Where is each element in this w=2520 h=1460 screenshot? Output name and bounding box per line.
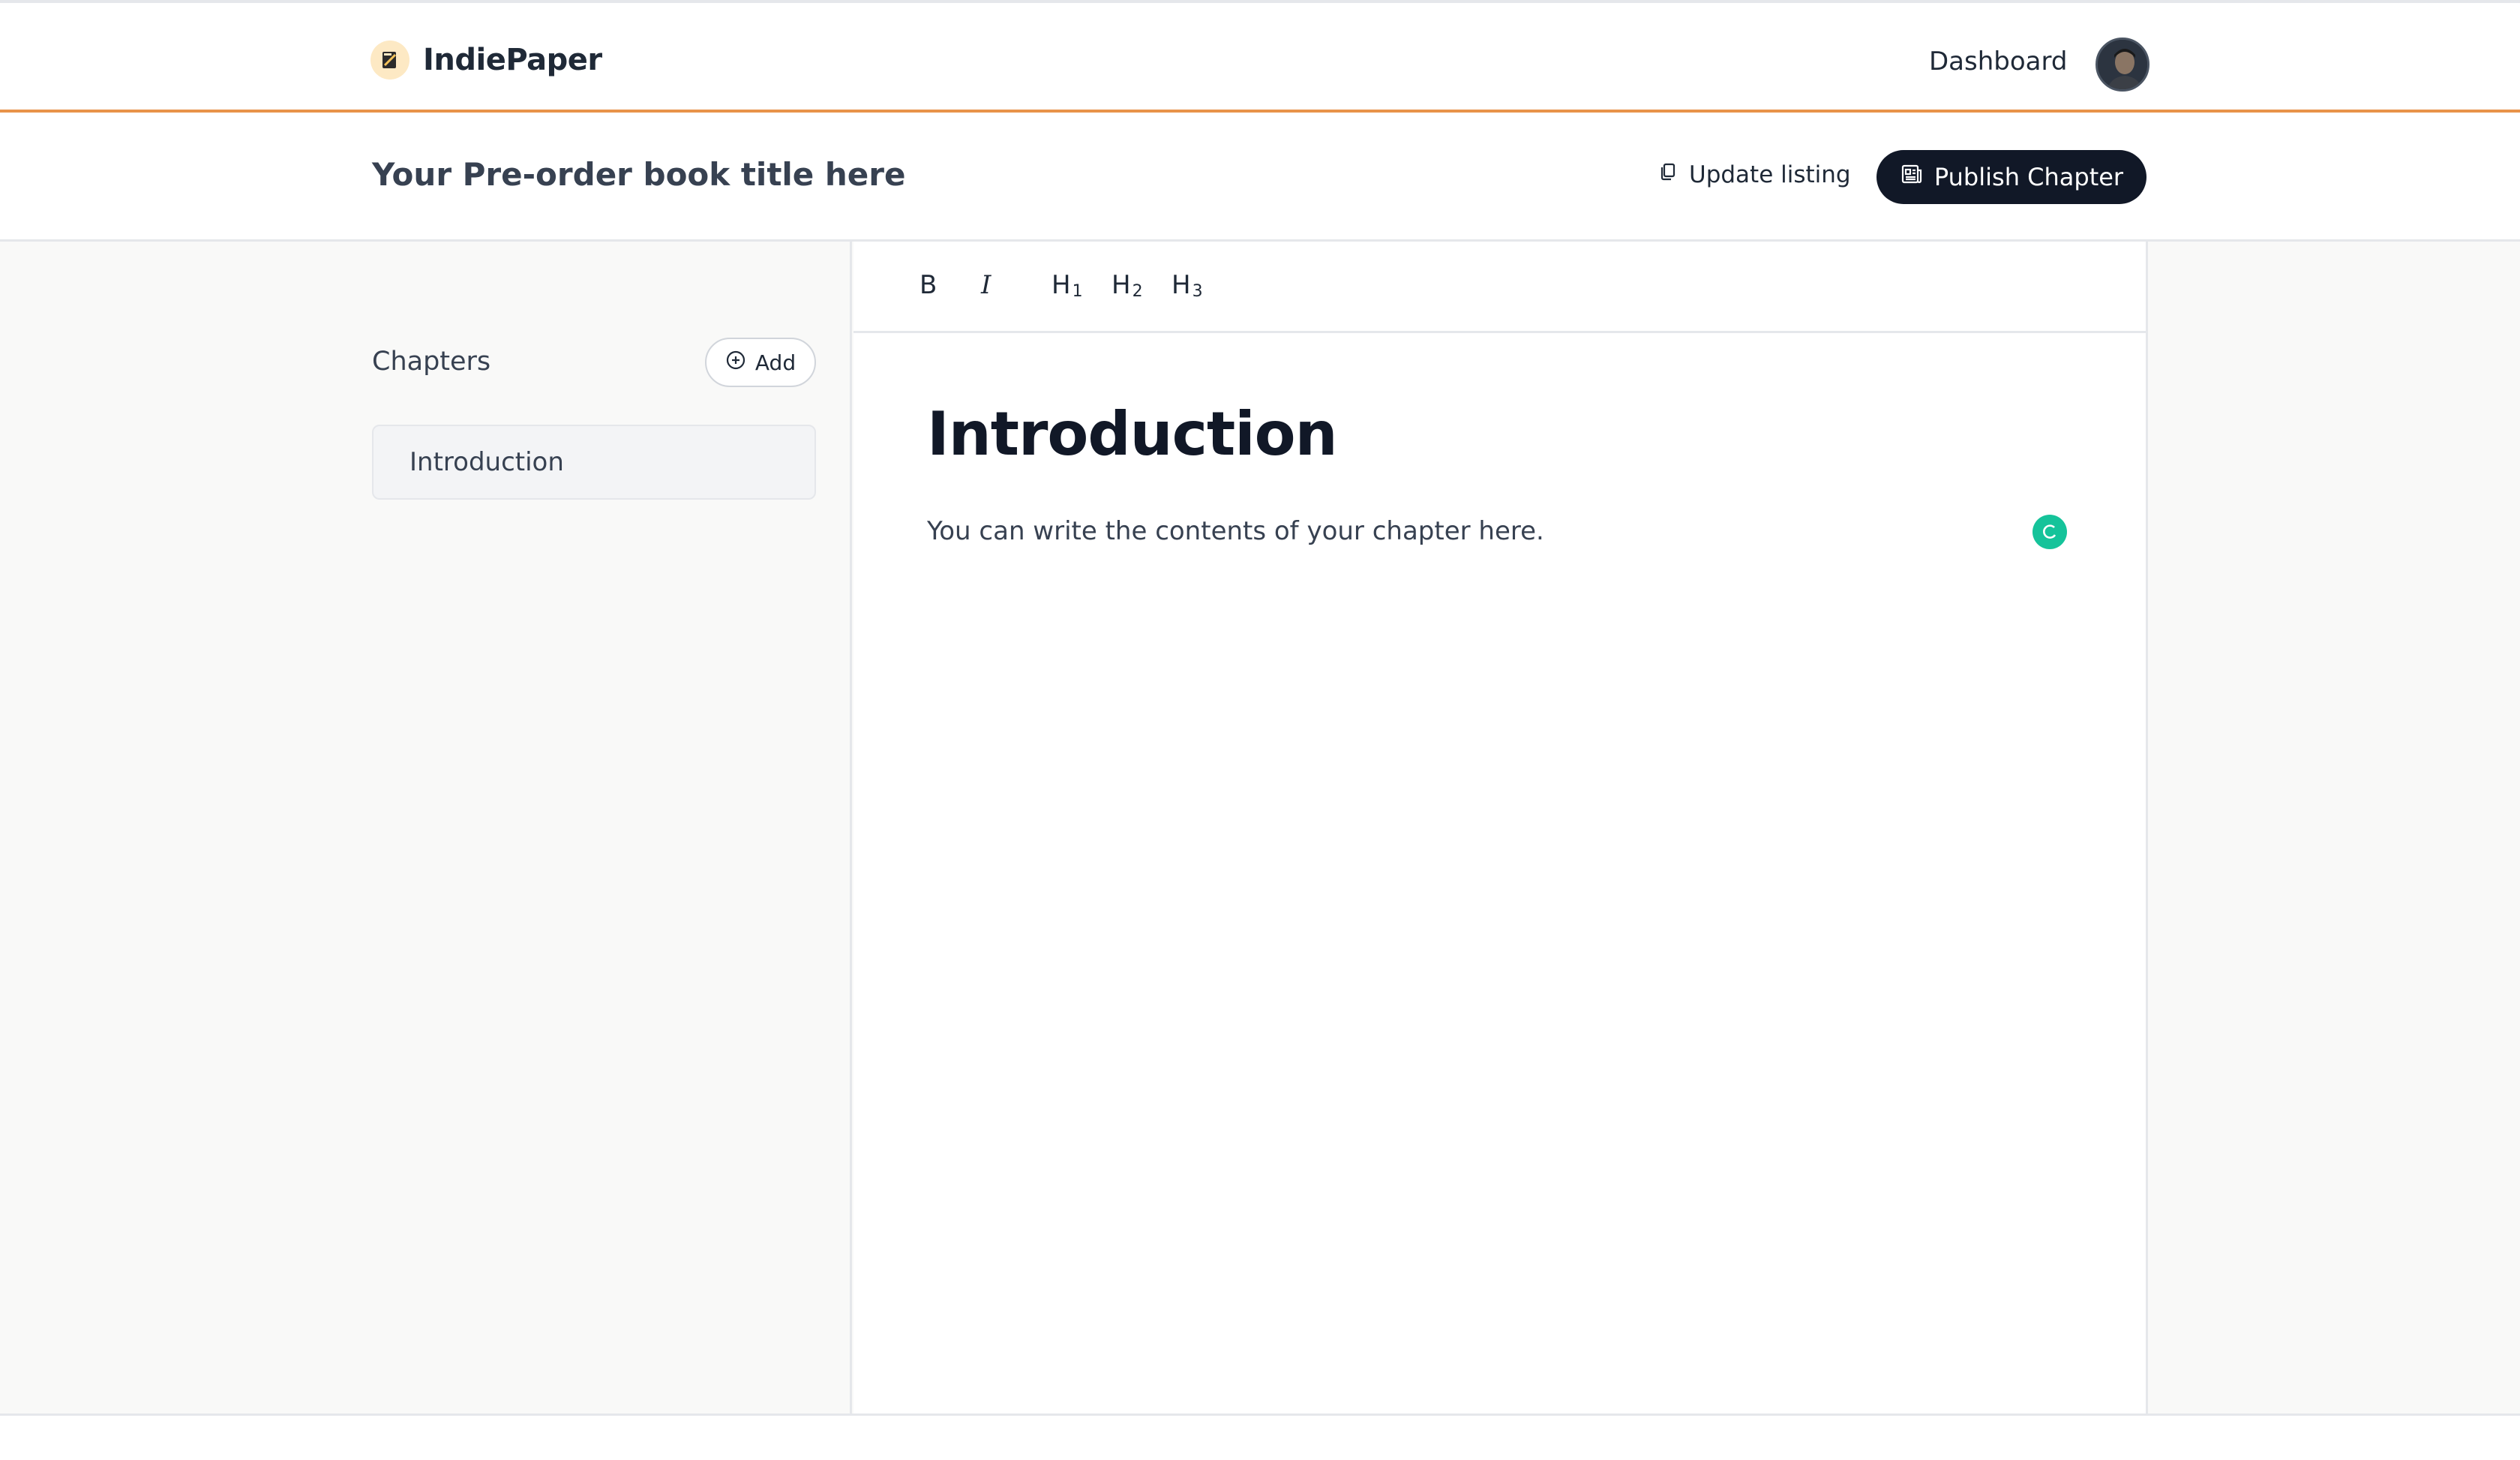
grammarly-icon[interactable] [2032, 515, 2067, 549]
book-logo-icon [370, 41, 410, 80]
chapters-heading: Chapters [372, 347, 491, 377]
dashboard-link[interactable]: Dashboard [1929, 47, 2067, 77]
chapter-body-text[interactable]: You can write the contents of your chapt… [927, 516, 1544, 546]
heading-3-letter: H [1172, 270, 1191, 300]
editor-area: Chapters Add Introduction B I H1 H2 H3 I… [0, 242, 2520, 1413]
formatting-toolbar: B I H1 H2 H3 [854, 242, 2146, 333]
publish-chapter-label: Publish Chapter [1934, 163, 2124, 191]
update-listing-label: Update listing [1689, 161, 1851, 188]
brand-logo[interactable]: IndiePaper [370, 41, 602, 80]
app-header: IndiePaper Dashboard [0, 3, 2520, 113]
add-chapter-button[interactable]: Add [705, 338, 816, 387]
chapter-heading[interactable]: Introduction [927, 399, 1338, 469]
window-bottom-edge [0, 1413, 2520, 1460]
italic-button[interactable]: I [981, 270, 991, 300]
heading-3-level: 3 [1192, 282, 1203, 301]
book-titlebar: Your Pre-order book title here Update li… [0, 113, 2520, 242]
plus-circle-icon [725, 350, 746, 376]
heading-2-letter: H [1112, 270, 1131, 300]
chapter-editor: B I H1 H2 H3 Introduction You can write … [854, 242, 2148, 1413]
user-avatar[interactable] [2096, 38, 2150, 92]
book-title[interactable]: Your Pre-order book title here [372, 156, 905, 193]
heading-1-level: 1 [1072, 282, 1083, 301]
heading-1-letter: H [1052, 270, 1071, 300]
brand-name: IndiePaper [423, 43, 602, 77]
heading-3-button[interactable]: H3 [1172, 270, 1203, 301]
heading-2-button[interactable]: H2 [1112, 270, 1143, 301]
heading-1-button[interactable]: H1 [1052, 270, 1083, 301]
chapters-sidebar: Chapters Add Introduction [0, 242, 852, 1413]
update-listing-button[interactable]: Update listing [1650, 149, 1858, 201]
newspaper-icon [1900, 162, 1924, 192]
chapter-item-introduction[interactable]: Introduction [372, 425, 816, 500]
bold-button[interactable]: B [920, 270, 937, 300]
heading-2-level: 2 [1132, 282, 1143, 301]
publish-chapter-button[interactable]: Publish Chapter [1876, 150, 2146, 204]
add-chapter-label: Add [754, 350, 796, 375]
copy-icon [1658, 161, 1678, 188]
